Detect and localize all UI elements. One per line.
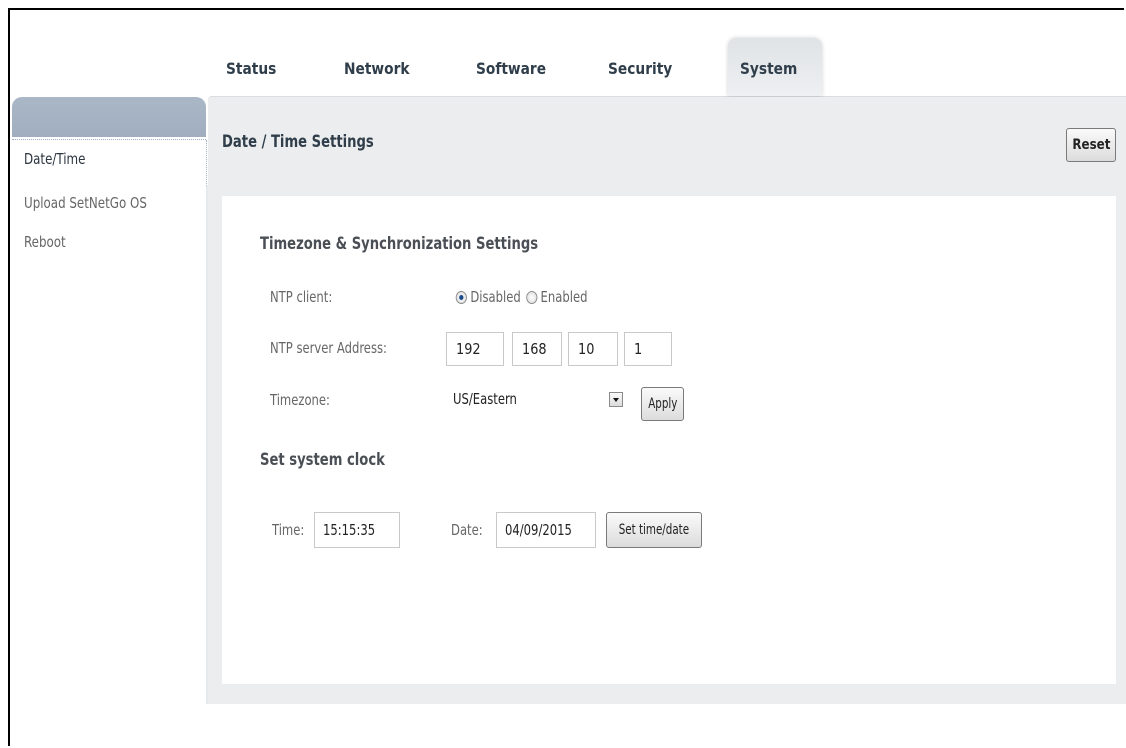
timezone-label: Timezone: bbox=[270, 391, 330, 409]
ntp-server-octet-3[interactable]: 10 bbox=[568, 332, 618, 366]
ntp-server-octet-4-value: 1 bbox=[634, 340, 643, 358]
ntp-disabled-radio[interactable] bbox=[455, 290, 467, 304]
set-time-date-button-label: Set time/date bbox=[618, 522, 690, 538]
page-title: Date / Time Settings bbox=[222, 132, 374, 152]
ntp-server-octet-2[interactable]: 168 bbox=[512, 332, 562, 366]
set-time-date-button[interactable]: Set time/date bbox=[606, 512, 702, 548]
timezone-section-title: Timezone & Synchronization Settings bbox=[260, 234, 539, 254]
tab-system-label: System bbox=[740, 59, 798, 78]
sidebar-separator bbox=[12, 139, 206, 140]
sidebar-active-divider bbox=[206, 140, 207, 186]
sidebar-header bbox=[12, 97, 206, 137]
ntp-server-octet-1[interactable]: 192 bbox=[446, 332, 504, 366]
ntp-client-radio-group: Disabled Enabled bbox=[454, 288, 587, 306]
ntp-server-octet-1-value: 192 bbox=[456, 340, 481, 358]
chevron-down-icon[interactable] bbox=[609, 392, 623, 407]
clock-section-title: Set system clock bbox=[260, 450, 385, 470]
ntp-server-octet-3-value: 10 bbox=[578, 340, 595, 358]
reset-button-label: Reset bbox=[1071, 137, 1111, 153]
ntp-disabled-label: Disabled bbox=[470, 288, 521, 306]
tab-network[interactable]: Network bbox=[344, 56, 410, 96]
date-input[interactable]: 04/09/2015 bbox=[496, 512, 596, 548]
date-input-value: 04/09/2015 bbox=[505, 521, 572, 539]
sidebar-item-date-time[interactable]: Date/Time bbox=[24, 150, 85, 168]
tab-security[interactable]: Security bbox=[608, 56, 672, 96]
sidebar-item-reboot[interactable]: Reboot bbox=[24, 233, 66, 251]
timezone-select-value: US/Eastern bbox=[453, 390, 517, 408]
ntp-server-octet-2-value: 168 bbox=[522, 340, 547, 358]
ntp-enabled-label: Enabled bbox=[540, 288, 588, 306]
reset-button[interactable]: Reset bbox=[1066, 128, 1116, 162]
main-tab-bar: Status Network Software Security System bbox=[210, 38, 1126, 98]
tab-system[interactable]: System bbox=[728, 38, 822, 96]
tab-status[interactable]: Status bbox=[226, 56, 276, 96]
tab-software[interactable]: Software bbox=[476, 56, 546, 96]
time-label: Time: bbox=[272, 521, 305, 539]
ntp-enabled-radio[interactable] bbox=[525, 290, 538, 304]
ntp-server-label: NTP server Address: bbox=[270, 339, 387, 357]
apply-button[interactable]: Apply bbox=[641, 387, 684, 421]
apply-button-label: Apply bbox=[647, 396, 678, 412]
time-input[interactable]: 15:15:35 bbox=[314, 512, 400, 548]
ntp-server-octet-4[interactable]: 1 bbox=[624, 332, 672, 366]
timezone-select[interactable]: US/Eastern bbox=[446, 383, 630, 415]
sidebar-item-upload-os[interactable]: Upload SetNetGo OS bbox=[24, 194, 147, 212]
time-input-value: 15:15:35 bbox=[323, 521, 376, 539]
sidebar-divider bbox=[206, 186, 208, 704]
ntp-client-label: NTP client: bbox=[270, 288, 333, 306]
settings-panel bbox=[222, 196, 1116, 684]
date-label: Date: bbox=[451, 521, 483, 539]
